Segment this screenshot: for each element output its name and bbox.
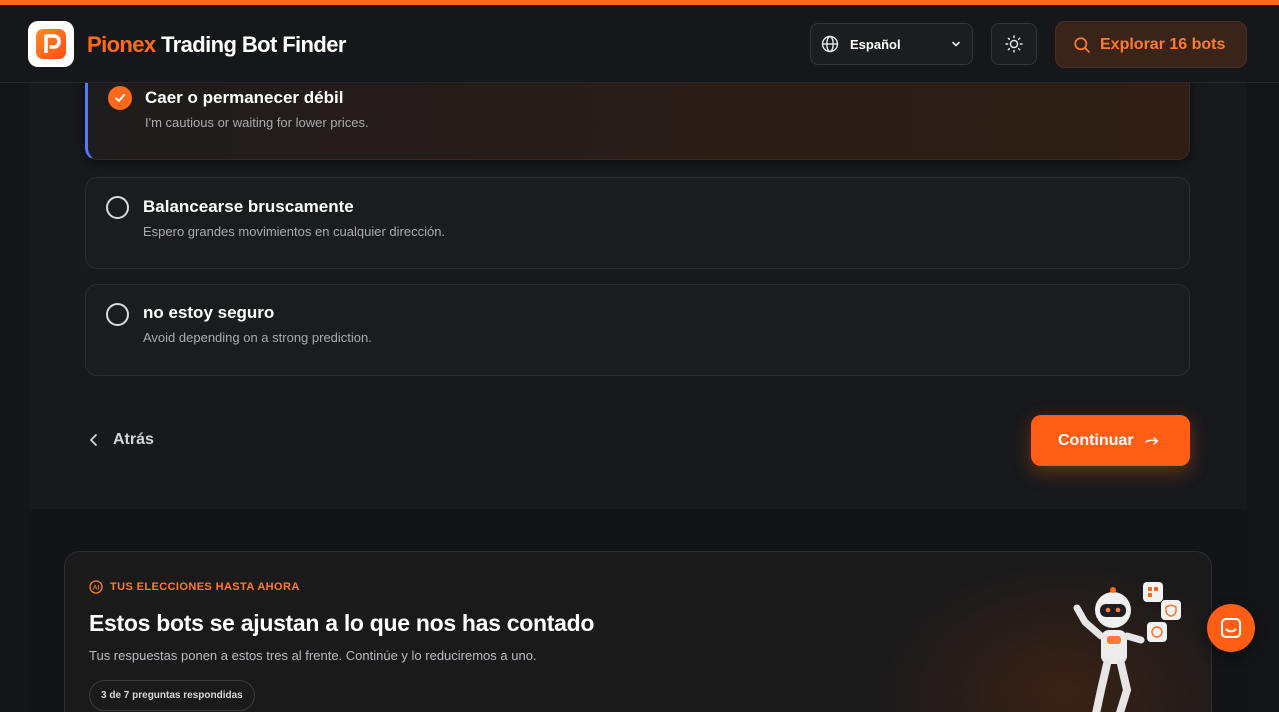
option-description: Avoid depending on a strong prediction. (143, 330, 372, 345)
check-icon (108, 86, 132, 110)
chevron-left-icon (90, 434, 97, 446)
continue-label: Continuar (1058, 431, 1134, 449)
radio-icon[interactable] (106, 303, 129, 326)
header: Pionex Trading Bot Finder Español Explor… (0, 5, 1279, 83)
summary-eyebrow: AI TUS ELECCIONES HASTA AHORA (89, 580, 300, 594)
option-no-seguro[interactable]: no estoy seguro Avoid depending on a str… (85, 284, 1190, 376)
option-description: I'm cautious or waiting for lower prices… (145, 115, 369, 130)
summary-subtitle: Tus respuestas ponen a estos tres al fre… (89, 648, 537, 663)
pionex-logo[interactable] (28, 21, 74, 67)
option-description: Espero grandes movimientos en cualquier … (143, 224, 446, 239)
explore-label: Explorar 16 bots (1100, 35, 1226, 53)
option-title: Caer o permanecer débil (145, 88, 344, 107)
page-gutter-left (0, 5, 29, 712)
brand-secondary: Trading Bot Finder (161, 32, 346, 57)
chat-icon (1221, 618, 1241, 638)
summary-title: Estos bots se ajustan a lo que nos has c… (89, 610, 595, 636)
continue-button[interactable]: Continuar (1031, 415, 1190, 466)
back-button[interactable]: Atrás (87, 428, 154, 452)
explore-bots-button[interactable]: Explorar 16 bots (1055, 21, 1247, 68)
sun-icon (1005, 35, 1023, 53)
ai-icon: AI (89, 580, 103, 594)
page-gutter-right (1247, 5, 1279, 712)
svg-text:AI: AI (93, 585, 100, 592)
radio-icon[interactable] (106, 196, 129, 219)
brand-primary: Pionex (87, 32, 156, 57)
option-title: Balancearse bruscamente (143, 197, 354, 216)
option-balancearse[interactable]: Balancearse bruscamente Espero grandes m… (85, 177, 1190, 269)
progress-badge: 3 de 7 preguntas respondidas (89, 680, 255, 711)
theme-toggle-button[interactable] (991, 23, 1037, 65)
chat-support-button[interactable] (1207, 604, 1255, 652)
robot-illustration (1073, 582, 1181, 712)
language-label: Español (850, 36, 901, 52)
globe-icon (821, 35, 839, 53)
option-title: no estoy seguro (143, 303, 275, 322)
chevron-down-icon (952, 41, 960, 47)
brand-title: Pionex Trading Bot Finder (87, 32, 346, 58)
summary-card: AI TUS ELECCIONES HASTA AHORA Estos bots… (64, 551, 1212, 712)
back-label: Atrás (113, 431, 154, 448)
arrow-right-icon (1144, 436, 1158, 445)
language-select[interactable]: Español (810, 23, 973, 65)
eyebrow-label: TUS ELECCIONES HASTA AHORA (110, 581, 300, 593)
search-icon (1074, 36, 1090, 53)
